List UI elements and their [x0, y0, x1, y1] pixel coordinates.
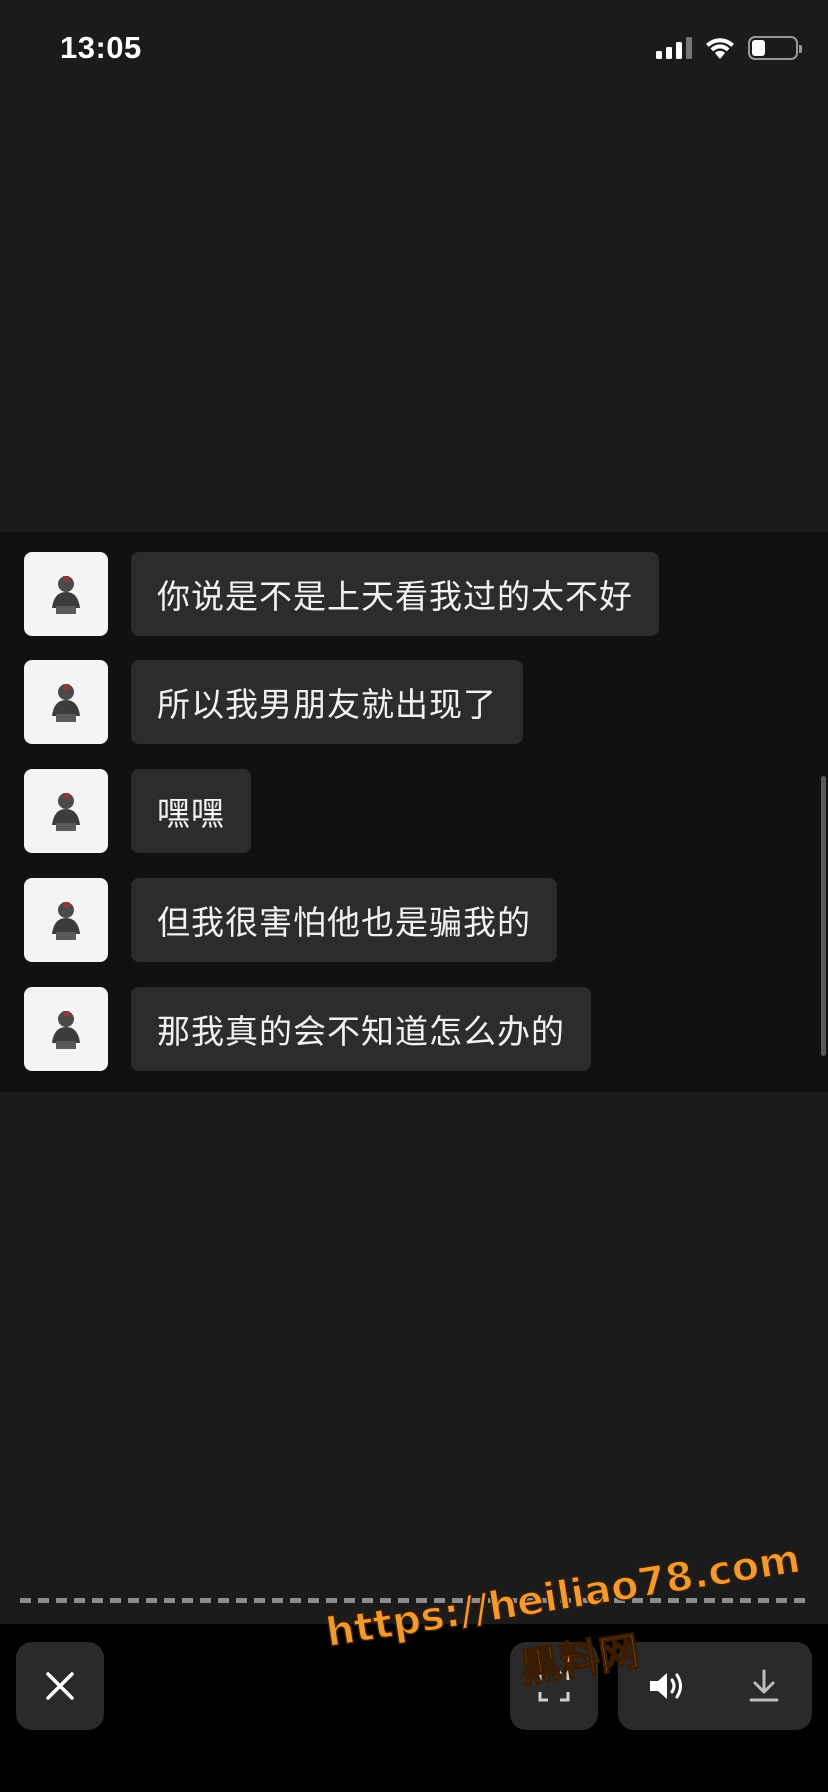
- status-icons: [656, 36, 802, 60]
- avatar-figure-icon: [52, 793, 80, 831]
- user-avatar[interactable]: [24, 878, 108, 962]
- user-avatar[interactable]: [24, 660, 108, 744]
- message-row: 嘿嘿: [24, 769, 251, 853]
- scroll-indicator[interactable]: [821, 776, 826, 1056]
- battery-level: [752, 40, 765, 56]
- message-bubble[interactable]: 但我很害怕他也是骗我的: [131, 878, 557, 962]
- status-time: 13:05: [60, 30, 142, 65]
- user-avatar[interactable]: [24, 552, 108, 636]
- battery-icon: [748, 36, 802, 60]
- chat-panel: 你说是不是上天看我过的太不好 所以我男朋友就出现了 嘿嘿 但我很害怕他也是骗我的…: [0, 532, 828, 1092]
- avatar-figure-icon: [52, 576, 80, 614]
- close-icon: [46, 1672, 74, 1700]
- message-row: 但我很害怕他也是骗我的: [24, 878, 557, 962]
- close-button[interactable]: [16, 1642, 104, 1730]
- download-button[interactable]: [734, 1656, 794, 1716]
- message-bubble[interactable]: 所以我男朋友就出现了: [131, 660, 523, 744]
- cellular-signal-icon: [656, 37, 692, 59]
- avatar-figure-icon: [52, 902, 80, 940]
- message-row: 你说是不是上天看我过的太不好: [24, 552, 659, 636]
- avatar-figure-icon: [52, 1011, 80, 1049]
- avatar-figure-icon: [52, 684, 80, 722]
- message-bubble[interactable]: 你说是不是上天看我过的太不好: [131, 552, 659, 636]
- screen: 13:05 你说是不是上天看我过的太不好 所以我男朋友就出现了 嘿嘿 但我很害怕…: [0, 0, 828, 1792]
- user-avatar[interactable]: [24, 769, 108, 853]
- user-avatar[interactable]: [24, 987, 108, 1071]
- download-icon: [749, 1669, 778, 1702]
- wifi-icon: [706, 38, 734, 59]
- speaker-icon: [649, 1673, 682, 1699]
- message-bubble[interactable]: 那我真的会不知道怎么办的: [131, 987, 591, 1071]
- status-bar: 13:05: [0, 0, 828, 100]
- message-row: 那我真的会不知道怎么办的: [24, 987, 591, 1071]
- message-bubble[interactable]: 嘿嘿: [131, 769, 251, 853]
- message-row: 所以我男朋友就出现了: [24, 660, 523, 744]
- battery-cap: [799, 45, 802, 53]
